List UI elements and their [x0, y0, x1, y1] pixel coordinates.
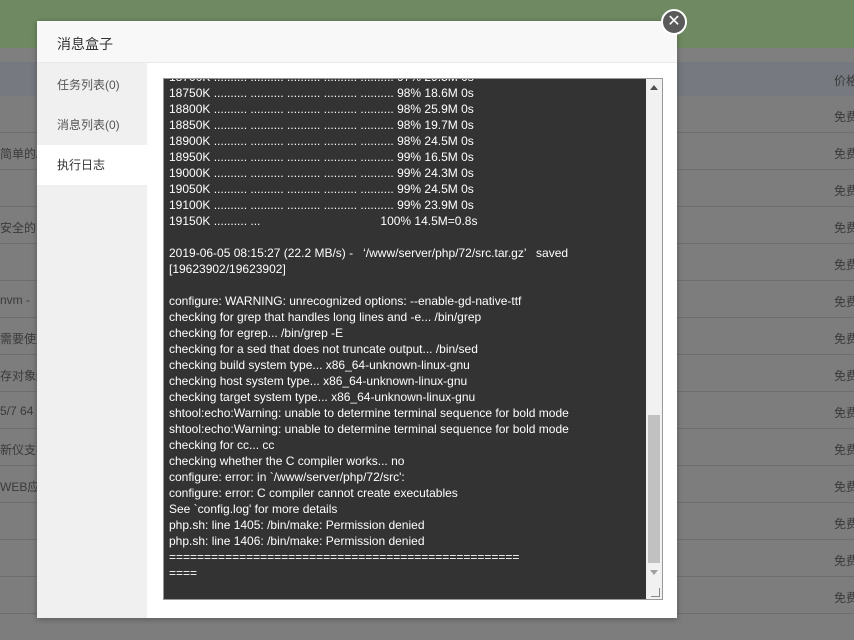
log-line: shtool:echo:Warning: unable to determine… — [169, 406, 569, 420]
log-line: checking for a sed that does not truncat… — [169, 342, 478, 356]
dialog-title-bar: 消息盒子 — [37, 21, 677, 63]
log-line: php.sh: line 1405: /bin/make: Permission… — [169, 518, 425, 532]
message-box-dialog: 消息盒子 任务列表(0) 消息列表(0) 执行日志 18700K .......… — [37, 21, 677, 618]
dialog-sidebar: 任务列表(0) 消息列表(0) 执行日志 — [37, 63, 147, 618]
log-line: checking target system type... x86_64-un… — [169, 390, 476, 404]
background-row-price: 免费 — [834, 554, 854, 568]
background-row-price: 免费 — [834, 258, 854, 272]
close-icon[interactable]: ✕ — [661, 9, 687, 35]
background-row-price: 免费 — [834, 295, 854, 309]
background-row-price: 免费 — [834, 406, 854, 420]
log-line: checking whether the C compiler works...… — [169, 454, 405, 468]
log-line: ========================================… — [169, 550, 520, 564]
log-line: See `config.log' for more details — [169, 502, 338, 516]
background-row-price: 免费 — [834, 184, 854, 198]
resize-grip-icon[interactable] — [646, 581, 662, 599]
log-line: 18750K .......... .......... .......... … — [169, 86, 474, 100]
log-line: 18900K .......... .......... .......... … — [169, 134, 474, 148]
log-line: configure: error: C compiler cannot crea… — [169, 486, 458, 500]
background-row-price: 免费 — [834, 517, 854, 531]
log-line: [19623902/19623902] — [169, 262, 286, 276]
log-line: 19050K .......... .......... .......... … — [169, 182, 474, 196]
log-line: configure: error: in `/www/server/php/72… — [169, 470, 405, 484]
log-line: php.sh: line 1406: /bin/make: Permission… — [169, 534, 425, 548]
log-line: 18850K .......... .......... .......... … — [169, 118, 474, 132]
log-line: 19150K .......... ... 100% 14.5M=0.8s — [169, 214, 478, 228]
execution-log-console[interactable]: 18700K .......... .......... .......... … — [163, 78, 663, 600]
log-line: 2019-06-05 08:15:27 (22.2 MB/s) - ‘/www/… — [169, 246, 569, 260]
dialog-title: 消息盒子 — [57, 36, 113, 52]
log-line: ==== — [169, 566, 198, 580]
log-line: shtool:echo:Warning: unable to determine… — [169, 422, 569, 436]
log-line: 18950K .......... .......... .......... … — [169, 150, 474, 164]
background-row-price: 免费 — [834, 332, 854, 346]
log-line: checking for egrep... /bin/grep -E — [169, 326, 344, 340]
log-lines: 18700K .......... .......... .......... … — [169, 79, 639, 581]
log-line: 18800K .......... .......... .......... … — [169, 102, 474, 116]
log-line: 18700K .......... .......... .......... … — [169, 79, 639, 85]
log-line: checking host system type... x86_64-unkn… — [169, 374, 468, 388]
background-row-price: 免费 — [834, 221, 854, 235]
price-column-header: 价格 — [834, 74, 854, 88]
tab-message-list[interactable]: 消息列表(0) — [37, 105, 147, 145]
background-row-price: 免费 — [834, 369, 854, 383]
tab-execution-log[interactable]: 执行日志 — [37, 145, 147, 185]
log-scrollbar[interactable] — [646, 79, 662, 599]
background-row-price: 免费 — [834, 480, 854, 494]
log-line: 19100K .......... .......... .......... … — [169, 198, 474, 212]
log-line: checking for grep that handles long line… — [169, 310, 482, 324]
log-line: checking for cc... cc — [169, 438, 275, 452]
background-row-price: 免费 — [834, 110, 854, 124]
log-line: configure: WARNING: unrecognized options… — [169, 294, 522, 308]
log-line: checking build system type... x86_64-unk… — [169, 358, 470, 372]
log-line: 19000K .......... .......... .......... … — [169, 166, 474, 180]
scrollbar-thumb[interactable] — [648, 415, 660, 563]
scroll-down-arrow-icon[interactable] — [646, 564, 662, 580]
background-row-description: 安全的 — [0, 221, 37, 235]
background-row-price: 免费 — [834, 591, 854, 605]
background-row-price: 免费 — [834, 147, 854, 161]
scroll-up-arrow-icon[interactable] — [646, 79, 662, 95]
background-row-description: nvm - — [0, 293, 30, 307]
background-row-price: 免费 — [834, 443, 854, 457]
tab-task-list[interactable]: 任务列表(0) — [37, 65, 147, 105]
background-row-description: 5/7 64 — [0, 404, 34, 418]
